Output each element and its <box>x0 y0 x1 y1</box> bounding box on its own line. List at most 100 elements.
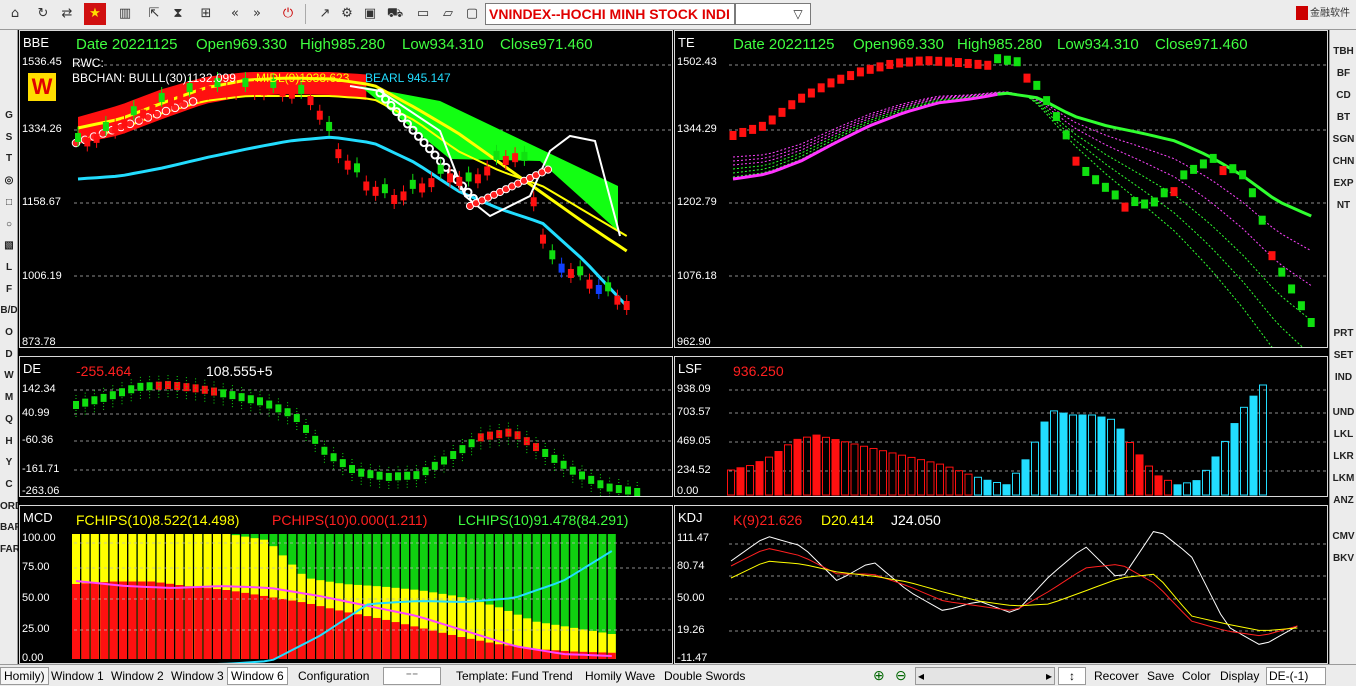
lsf-panel[interactable]: LSF 936.250 938.09 703.57 469.05 234.52 … <box>674 356 1328 497</box>
tree-icon[interactable]: ⊞ <box>195 3 217 25</box>
stock-name-field[interactable]: VNINDEX--HOCHI MINH STOCK INDI <box>485 3 735 25</box>
right-tool-ind[interactable]: IND <box>1330 368 1356 388</box>
right-tool-anz[interactable]: ANZ <box>1330 491 1356 511</box>
kdj-panel[interactable]: KDJ K(9)21.626 D20.414 J24.050 111.47 80… <box>674 505 1328 664</box>
zoom-spinner[interactable]: ↕ <box>1058 667 1086 685</box>
export-icon[interactable]: ⇱ <box>143 3 165 25</box>
gear-icon[interactable]: ⚙ <box>336 3 358 25</box>
chevron-down-icon[interactable]: ▽ <box>788 4 808 24</box>
de-combo[interactable]: DE-(-1) <box>1266 667 1326 685</box>
left-tool-13[interactable]: M <box>0 388 18 408</box>
left-tool-4[interactable]: □ <box>0 193 18 213</box>
horizontal-scrollbar[interactable]: ◂ ▸ <box>915 667 1055 685</box>
cart-icon[interactable]: ⛟ <box>384 3 406 25</box>
left-tool-19[interactable]: BAR <box>0 518 18 538</box>
left-tool-1[interactable]: S <box>0 128 18 148</box>
left-tool-5[interactable]: ○ <box>0 215 18 235</box>
mcd-pchips-bar <box>231 591 240 659</box>
tab-window-1[interactable]: Window 1 <box>47 667 108 685</box>
template-label[interactable]: Template: Fund Trend <box>456 669 573 683</box>
monitor-icon[interactable]: ▢ <box>461 3 483 25</box>
right-tool-sgn[interactable]: SGN <box>1330 130 1356 150</box>
left-tool-10[interactable]: O <box>0 323 18 343</box>
indicator-icon[interactable]: ▣ <box>359 3 381 25</box>
k-readout: K(9)21.626 <box>733 512 803 528</box>
right-tool-chn[interactable]: CHN <box>1330 152 1356 172</box>
left-tool-17[interactable]: C <box>0 475 18 495</box>
right-tool-prt[interactable]: PRT <box>1330 324 1356 344</box>
te-panel[interactable]: TE Date 20221125 Open969.330 High985.280… <box>674 30 1328 348</box>
candle-body <box>288 89 295 99</box>
homily-tab[interactable]: Homily) <box>0 667 49 685</box>
homily-wave-item[interactable]: Homily Wave <box>585 669 655 683</box>
chart-tool-icon[interactable]: ↗ <box>314 3 336 25</box>
scroll-right-icon[interactable]: ▸ <box>1046 668 1052 684</box>
home-icon[interactable]: ⌂ <box>4 3 26 25</box>
rewind-icon[interactable]: « <box>224 3 246 25</box>
right-tool-set[interactable]: SET <box>1330 346 1356 366</box>
scroll-left-icon[interactable]: ◂ <box>918 668 924 684</box>
double-swords-item[interactable]: Double Swords <box>664 669 745 683</box>
folder-icon[interactable]: ▭ <box>412 3 434 25</box>
te-candle <box>896 58 904 68</box>
left-tool-15[interactable]: H <box>0 432 18 452</box>
tab-window-2[interactable]: Window 2 <box>107 667 168 685</box>
right-tool-lkl[interactable]: LKL <box>1330 425 1356 445</box>
left-tool-12[interactable]: W <box>0 366 18 386</box>
right-tool-cmv[interactable]: CMV <box>1330 527 1356 547</box>
recover-button[interactable]: Recover <box>1094 669 1139 683</box>
stock-combo[interactable]: ▽ <box>735 3 811 25</box>
spin-down-icon[interactable]: ⁻ <box>412 669 418 683</box>
tab-window-6[interactable]: Window 6 <box>227 667 288 685</box>
open-folder-icon[interactable]: ▱ <box>437 3 459 25</box>
tab-window-3[interactable]: Window 3 <box>167 667 228 685</box>
sync-icon[interactable]: ⇄ <box>56 3 78 25</box>
right-tool-lkm[interactable]: LKM <box>1330 469 1356 489</box>
color-button[interactable]: Color <box>1182 669 1211 683</box>
left-tool-18[interactable]: ORD <box>0 497 18 517</box>
de-panel[interactable]: DE -255.464 108.555+5 142.34 40.99 -60.3… <box>19 356 673 497</box>
right-tool-tbh[interactable]: TBH <box>1330 42 1356 62</box>
hourglass-icon[interactable]: ⧗ <box>167 3 189 25</box>
save-button[interactable]: Save <box>1147 669 1174 683</box>
spinner-control[interactable]: ⁻⁻ <box>383 667 441 685</box>
te-candle <box>866 64 874 74</box>
tab-configuration[interactable]: Configuration <box>294 667 373 685</box>
power-icon[interactable]: ⏻ <box>277 3 299 25</box>
right-tool-und[interactable]: UND <box>1330 403 1356 423</box>
right-tool-bf[interactable]: BF <box>1330 64 1356 84</box>
left-tool-14[interactable]: Q <box>0 410 18 430</box>
left-tool-16[interactable]: Y <box>0 453 18 473</box>
left-tool-7[interactable]: L <box>0 258 18 278</box>
candle-body <box>140 109 147 119</box>
display-button[interactable]: Display <box>1220 669 1259 683</box>
te-candle <box>876 62 884 72</box>
mcd-panel[interactable]: MCD FCHIPS(10)8.522(14.498) PCHIPS(10)0.… <box>19 505 673 664</box>
right-tool-bt[interactable]: BT <box>1330 108 1356 128</box>
left-tool-20[interactable]: FAR <box>0 540 18 560</box>
te-candle <box>847 71 855 81</box>
zoom-out-icon[interactable]: ⊖ <box>895 667 907 684</box>
flag-star-icon[interactable]: ★ <box>84 3 106 25</box>
right-tool-nt[interactable]: NT <box>1330 196 1356 216</box>
right-tool-cd[interactable]: CD <box>1330 86 1356 106</box>
bbe-panel[interactable]: BBE Date 20221125 Open969.330 High985.28… <box>19 30 673 348</box>
left-tool-9[interactable]: B/D <box>0 301 18 321</box>
right-tool-exp[interactable]: EXP <box>1330 174 1356 194</box>
candle-body <box>316 110 323 120</box>
bar-chart-icon[interactable]: ▥ <box>114 3 136 25</box>
left-tool-3[interactable]: ◎ <box>0 171 18 191</box>
left-tool-11[interactable]: D <box>0 345 18 365</box>
left-tool-2[interactable]: T <box>0 149 18 169</box>
left-tool-8[interactable]: F <box>0 280 18 300</box>
right-tool-lkr[interactable]: LKR <box>1330 447 1356 467</box>
mcd-chart <box>72 534 672 663</box>
refresh-icon[interactable]: ↻ <box>32 3 54 25</box>
left-tool-6[interactable]: ▧ <box>0 236 18 256</box>
mcd-pchips-bar <box>363 616 372 659</box>
zoom-in-icon[interactable]: ⊕ <box>873 667 885 684</box>
right-tool-bkv[interactable]: BKV <box>1330 549 1356 569</box>
te-candle <box>1170 187 1178 197</box>
forward-icon[interactable]: » <box>246 3 268 25</box>
left-tool-0[interactable]: G <box>0 106 18 126</box>
